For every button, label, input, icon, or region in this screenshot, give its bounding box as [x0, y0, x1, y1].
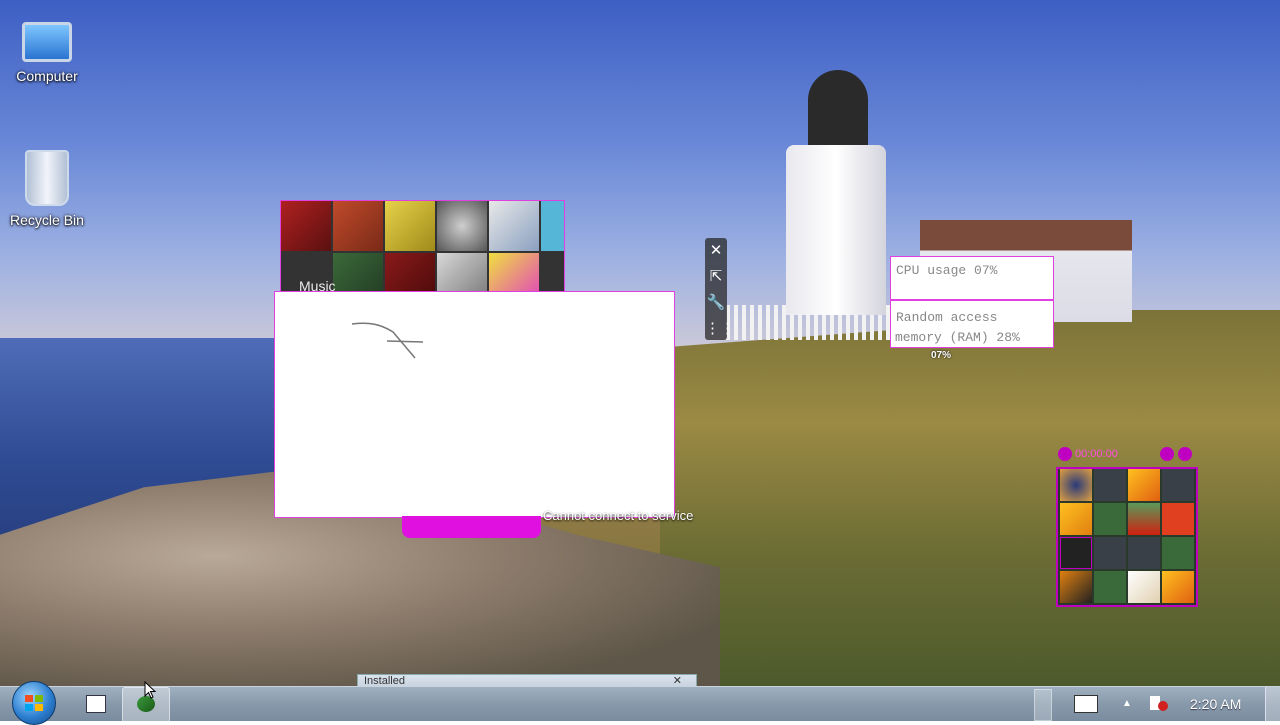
taskbar-scroll-handle[interactable]: [1034, 689, 1052, 721]
help-icon[interactable]: [1160, 447, 1174, 461]
puzzle-empty-slot[interactable]: [1060, 537, 1092, 569]
ram-usage-line2: memory (RAM) 28%: [895, 330, 1020, 345]
desktop-icon-label: Recycle Bin: [10, 212, 84, 228]
close-icon[interactable]: ✕: [705, 238, 727, 264]
music-tile[interactable]: [437, 253, 487, 293]
puzzle-piece[interactable]: [1094, 469, 1126, 501]
music-tile[interactable]: [541, 201, 564, 251]
puzzle-piece[interactable]: [1094, 571, 1126, 603]
wallpaper-lighthouse-lamp: [808, 70, 868, 150]
puzzle-grid: [1056, 467, 1198, 607]
windows-logo-icon: [25, 695, 43, 711]
desktop-icon-label: Computer: [16, 68, 78, 84]
music-tile[interactable]: [489, 253, 539, 293]
blank-gadget-panel[interactable]: [274, 291, 675, 518]
puzzle-piece[interactable]: [1060, 571, 1092, 603]
cpu-percent-label: 07%: [931, 350, 952, 361]
cpu-usage-text: CPU usage 07%: [896, 263, 998, 278]
music-tile[interactable]: [281, 201, 331, 251]
puzzle-piece[interactable]: [1128, 537, 1160, 569]
puzzle-piece[interactable]: [1128, 571, 1160, 603]
puzzle-piece[interactable]: [1162, 537, 1194, 569]
wallpaper-lighthouse: [786, 145, 886, 315]
music-tile[interactable]: [333, 201, 383, 251]
show-hidden-icons-button[interactable]: ▲: [1118, 687, 1136, 721]
drag-grip-icon[interactable]: ⋮⋮: [705, 316, 735, 342]
puzzle-gadget[interactable]: 00:00:00: [1056, 445, 1198, 607]
puzzle-piece[interactable]: [1060, 469, 1092, 501]
recycle-bin-icon: [25, 150, 69, 206]
puzzle-header: 00:00:00: [1056, 445, 1194, 465]
puzzle-piece[interactable]: [1128, 469, 1160, 501]
puzzle-piece[interactable]: [1162, 571, 1194, 603]
cpu-usage-panel: CPU usage 07%: [890, 256, 1054, 300]
music-tile[interactable]: [489, 201, 539, 251]
desktop-icon-recycle-bin[interactable]: Recycle Bin: [2, 150, 92, 228]
puzzle-piece[interactable]: [1128, 503, 1160, 535]
puzzle-timer: 00:00:00: [1075, 448, 1118, 460]
resize-icon[interactable]: ⇱: [705, 264, 727, 290]
desktop-icon-computer[interactable]: Computer: [2, 16, 92, 84]
window-app-icon: [86, 695, 106, 713]
puzzle-piece[interactable]: [1094, 503, 1126, 535]
ram-usage-panel: Random access memory (RAM) 28%: [890, 300, 1054, 348]
service-status-text: Cannot connect to service: [543, 508, 694, 523]
muted-badge-icon: [1158, 701, 1168, 711]
taskbar: ▲ 2:20 AM: [0, 681, 1280, 725]
music-tile[interactable]: [385, 201, 435, 251]
puzzle-piece[interactable]: [1094, 537, 1126, 569]
music-gadget[interactable]: Music: [280, 200, 565, 294]
puzzle-piece[interactable]: [1060, 503, 1092, 535]
ram-usage-line1: Random access: [896, 310, 998, 325]
wrench-icon[interactable]: 🔧: [705, 290, 727, 316]
puzzle-settings-icon[interactable]: [1178, 447, 1192, 461]
music-tile[interactable]: [437, 201, 487, 251]
puzzle-piece[interactable]: [1162, 503, 1194, 535]
pen-icon: [1074, 695, 1098, 713]
sketch-stroke: [351, 322, 424, 359]
volume-muted-icon[interactable]: [1146, 687, 1172, 721]
puzzle-menu-icon[interactable]: [1058, 447, 1072, 461]
music-tile[interactable]: [333, 253, 383, 293]
start-button[interactable]: [12, 681, 56, 725]
gadget-controls: ✕ ⇱ 🔧 ⋮⋮: [705, 238, 735, 342]
show-desktop-button[interactable]: [1265, 687, 1280, 721]
taskbar-clock[interactable]: 2:20 AM: [1190, 696, 1241, 712]
music-tile[interactable]: [385, 253, 435, 293]
pen-tablet-icon[interactable]: [1072, 687, 1100, 721]
computer-icon: [22, 22, 72, 62]
taskbar-app-button[interactable]: [72, 687, 118, 721]
service-status-bar: [402, 516, 541, 538]
mouse-cursor-icon: [144, 681, 157, 699]
puzzle-piece[interactable]: [1162, 469, 1194, 501]
